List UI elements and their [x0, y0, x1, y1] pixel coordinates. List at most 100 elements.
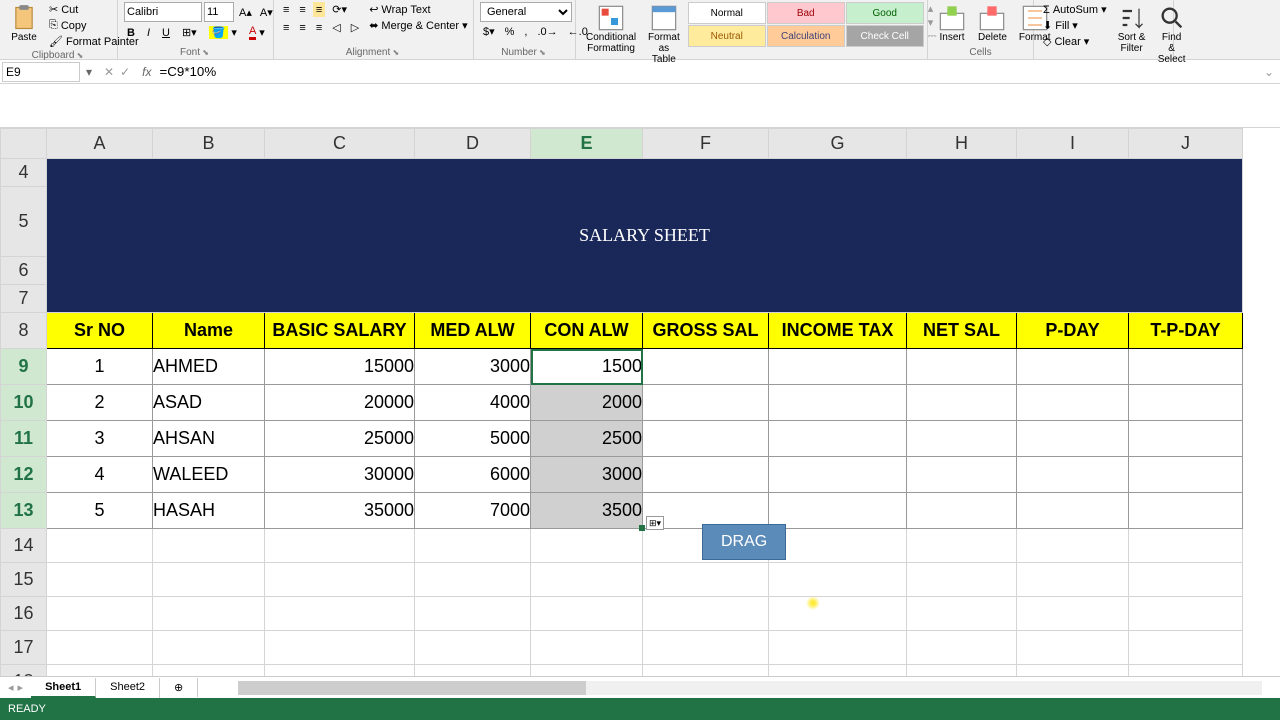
cell-F11[interactable]: [643, 421, 769, 457]
cell-G15[interactable]: [769, 563, 907, 597]
column-header-B[interactable]: B: [153, 129, 265, 159]
cell-D12[interactable]: 6000: [415, 457, 531, 493]
cell-H15[interactable]: [907, 563, 1017, 597]
increase-font-button[interactable]: A▴: [236, 2, 255, 22]
cell-J15[interactable]: [1129, 563, 1243, 597]
table-header[interactable]: BASIC SALARY: [265, 313, 415, 349]
cell-H16[interactable]: [907, 597, 1017, 631]
name-box-dropdown[interactable]: ▾: [82, 65, 96, 79]
border-button[interactable]: ⊞▾: [179, 25, 200, 40]
column-header-A[interactable]: A: [47, 129, 153, 159]
table-header[interactable]: GROSS SAL: [643, 313, 769, 349]
cell-F9[interactable]: [643, 349, 769, 385]
cell-I15[interactable]: [1017, 563, 1129, 597]
decrease-font-button[interactable]: A▾: [257, 2, 276, 22]
cell-C16[interactable]: [265, 597, 415, 631]
cell-A14[interactable]: [47, 529, 153, 563]
percent-button[interactable]: %: [502, 24, 518, 39]
italic-button[interactable]: I: [144, 26, 153, 40]
fx-icon[interactable]: fx: [138, 65, 155, 79]
cell-B12[interactable]: WALEED: [153, 457, 265, 493]
cell-I17[interactable]: [1017, 631, 1129, 665]
column-header-J[interactable]: J: [1129, 129, 1243, 159]
orientation-button[interactable]: ⟳▾: [329, 2, 350, 17]
cell-J11[interactable]: [1129, 421, 1243, 457]
cell-I10[interactable]: [1017, 385, 1129, 421]
clear-button[interactable]: ◇Clear▾: [1040, 34, 1110, 49]
cell-D11[interactable]: 5000: [415, 421, 531, 457]
row-header-10[interactable]: 10: [1, 385, 47, 421]
sort-filter-button[interactable]: Sort & Filter: [1114, 2, 1150, 56]
cell-E11[interactable]: 2500: [531, 421, 643, 457]
table-header[interactable]: CON ALW: [531, 313, 643, 349]
style-check[interactable]: Check Cell: [846, 25, 924, 47]
align-middle-button[interactable]: ≡: [296, 2, 308, 17]
sheet-tab-sheet2[interactable]: Sheet2: [96, 678, 160, 698]
name-box[interactable]: E9: [2, 62, 80, 82]
table-header[interactable]: P-DAY: [1017, 313, 1129, 349]
table-header[interactable]: MED ALW: [415, 313, 531, 349]
cell-G10[interactable]: [769, 385, 907, 421]
column-header-D[interactable]: D: [415, 129, 531, 159]
table-header[interactable]: Name: [153, 313, 265, 349]
column-header-I[interactable]: I: [1017, 129, 1129, 159]
cell-G12[interactable]: [769, 457, 907, 493]
cell-B14[interactable]: [153, 529, 265, 563]
cell-G17[interactable]: [769, 631, 907, 665]
cell-F10[interactable]: [643, 385, 769, 421]
font-size-select[interactable]: [204, 2, 234, 22]
cell-G13[interactable]: [769, 493, 907, 529]
increase-indent-button[interactable]: ▷: [348, 20, 362, 35]
cell-A11[interactable]: 3: [47, 421, 153, 457]
column-header-C[interactable]: C: [265, 129, 415, 159]
cell-F17[interactable]: [643, 631, 769, 665]
align-top-button[interactable]: ≡: [280, 2, 292, 17]
tab-nav-last[interactable]: ▸: [18, 681, 24, 694]
horizontal-scrollbar[interactable]: [238, 681, 1262, 695]
font-name-select[interactable]: [124, 2, 202, 22]
number-format-select[interactable]: General: [480, 2, 572, 22]
cell-I14[interactable]: [1017, 529, 1129, 563]
table-header[interactable]: INCOME TAX: [769, 313, 907, 349]
cell-J10[interactable]: [1129, 385, 1243, 421]
insert-cells-button[interactable]: Insert: [934, 2, 970, 45]
autosum-button[interactable]: ΣAutoSum▾: [1040, 2, 1110, 17]
cell-I11[interactable]: [1017, 421, 1129, 457]
cell-I16[interactable]: [1017, 597, 1129, 631]
cell-J12[interactable]: [1129, 457, 1243, 493]
cell-G9[interactable]: [769, 349, 907, 385]
cell-styles-gallery[interactable]: Normal Bad Good Neutral Calculation Chec…: [688, 2, 924, 47]
column-header-E[interactable]: E: [531, 129, 643, 159]
cell-D16[interactable]: [415, 597, 531, 631]
cell-E17[interactable]: [531, 631, 643, 665]
cell-H10[interactable]: [907, 385, 1017, 421]
style-normal[interactable]: Normal: [688, 2, 766, 24]
column-header-G[interactable]: G: [769, 129, 907, 159]
column-header-H[interactable]: H: [907, 129, 1017, 159]
increase-decimal-button[interactable]: .0→: [534, 24, 560, 39]
cell-C10[interactable]: 20000: [265, 385, 415, 421]
cell-E10[interactable]: 2000: [531, 385, 643, 421]
enter-formula-icon[interactable]: ✓: [120, 65, 130, 79]
cell-D15[interactable]: [415, 563, 531, 597]
cell-B17[interactable]: [153, 631, 265, 665]
cell-H14[interactable]: [907, 529, 1017, 563]
cell-F15[interactable]: [643, 563, 769, 597]
new-sheet-button[interactable]: ⊕: [160, 678, 198, 697]
table-header[interactable]: Sr NO: [47, 313, 153, 349]
cell-B11[interactable]: AHSAN: [153, 421, 265, 457]
merge-center-button[interactable]: ⬌Merge & Center▾: [366, 18, 470, 33]
formula-expand-button[interactable]: ⌄: [1258, 65, 1280, 79]
cell-C17[interactable]: [265, 631, 415, 665]
comma-button[interactable]: ,: [521, 24, 530, 39]
cell-A10[interactable]: 2: [47, 385, 153, 421]
style-bad[interactable]: Bad: [767, 2, 845, 24]
cell-A17[interactable]: [47, 631, 153, 665]
paste-button[interactable]: Paste: [6, 2, 42, 45]
cell-D17[interactable]: [415, 631, 531, 665]
underline-button[interactable]: U: [159, 26, 173, 40]
cell-B16[interactable]: [153, 597, 265, 631]
cell-C11[interactable]: 25000: [265, 421, 415, 457]
row-header-5[interactable]: 5: [1, 187, 47, 257]
cell-C9[interactable]: 15000: [265, 349, 415, 385]
